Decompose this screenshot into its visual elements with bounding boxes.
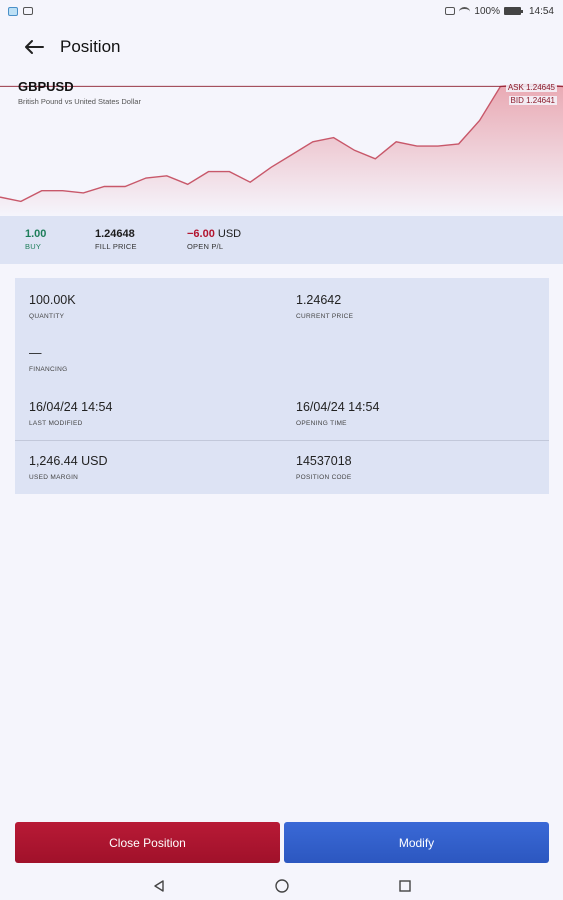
battery-icon — [503, 7, 523, 15]
detail-financing-value: — — [29, 346, 42, 360]
detail-quantity-label: QUANTITY — [29, 313, 65, 320]
detail-financing-label: FINANCING — [29, 366, 68, 373]
wifi-icon — [459, 6, 471, 16]
price-chart[interactable]: GBPUSD British Pound vs United States Do… — [0, 74, 563, 216]
open-pl-value: −6.00 — [187, 228, 215, 240]
detail-financing: — FINANCING — [29, 346, 67, 373]
app-header: Position — [0, 30, 563, 64]
fill-price-value: 1.24648 — [95, 228, 135, 240]
detail-last-modified-value: 16/04/24 14:54 — [29, 400, 113, 414]
open-pl-label: OPEN P/L — [187, 242, 224, 251]
summary-quantity: 1.00 BUY — [25, 228, 46, 251]
ask-quote: ASK 1.24645 — [505, 83, 557, 92]
arrow-left-icon — [25, 40, 44, 54]
status-bar: 100% 14:54 — [0, 0, 563, 22]
detail-position-code-label: POSITION CODE — [296, 474, 352, 481]
position-details: 100.00K QUANTITY 1.24642 CURRENT PRICE —… — [15, 278, 549, 494]
battery-percent: 100% — [474, 5, 500, 17]
nav-back-icon — [154, 880, 164, 892]
nav-recents-button[interactable] — [395, 876, 415, 896]
details-divider — [15, 440, 549, 441]
detail-current-price: 1.24642 CURRENT PRICE — [296, 293, 353, 320]
position-summary: 1.00 BUY 1.24648 FILL PRICE −6.00 USD OP… — [0, 216, 563, 264]
status-left — [8, 6, 33, 16]
detail-quantity-value: 100.00K — [29, 293, 76, 307]
detail-opening-time-value: 16/04/24 14:54 — [296, 400, 380, 414]
instrument-description: British Pound vs United States Dollar — [18, 97, 141, 106]
detail-used-margin: 1,246.44 USD USED MARGIN — [29, 454, 108, 481]
price-chart-svg — [0, 83, 563, 216]
fill-price-label: FILL PRICE — [95, 242, 137, 251]
status-right: 100% 14:54 — [445, 6, 554, 17]
summary-quantity-value: 1.00 — [25, 228, 47, 240]
detail-current-price-value: 1.24642 — [296, 293, 342, 307]
detail-position-code-value: 14537018 — [296, 454, 352, 468]
instrument-symbol: GBPUSD — [18, 79, 74, 94]
vibrate-icon — [445, 7, 456, 15]
app-notification-icon — [8, 6, 18, 16]
detail-position-code: 14537018 POSITION CODE — [296, 454, 352, 481]
nav-home-button[interactable] — [272, 876, 292, 896]
system-nav-bar — [0, 872, 563, 900]
detail-last-modified: 16/04/24 14:54 LAST MODIFIED — [29, 400, 112, 427]
detail-current-price-label: CURRENT PRICE — [296, 313, 354, 320]
nav-home-icon — [275, 879, 289, 893]
open-pl-currency: USD — [217, 228, 242, 240]
summary-open-pl: −6.00 USD OPEN P/L — [187, 228, 241, 251]
close-position-button[interactable]: Close Position — [15, 822, 280, 863]
detail-opening-time: 16/04/24 14:54 OPENING TIME — [296, 400, 379, 427]
detail-quantity: 100.00K QUANTITY — [29, 293, 76, 320]
back-button[interactable] — [14, 30, 54, 64]
detail-used-margin-value: 1,246.44 USD — [29, 454, 108, 468]
nav-back-button[interactable] — [149, 876, 169, 896]
bid-quote: BID 1.24641 — [508, 96, 557, 105]
summary-fill-price: 1.24648 FILL PRICE — [95, 228, 137, 251]
detail-last-modified-label: LAST MODIFIED — [29, 420, 83, 427]
nav-recents-icon — [399, 880, 411, 892]
detail-used-margin-label: USED MARGIN — [29, 474, 79, 481]
clock: 14:54 — [528, 5, 554, 17]
message-notification-icon — [23, 7, 33, 15]
modify-button[interactable]: Modify — [284, 822, 549, 863]
summary-side-label: BUY — [25, 242, 42, 251]
page-title: Position — [60, 37, 121, 56]
detail-opening-time-label: OPENING TIME — [296, 420, 347, 427]
